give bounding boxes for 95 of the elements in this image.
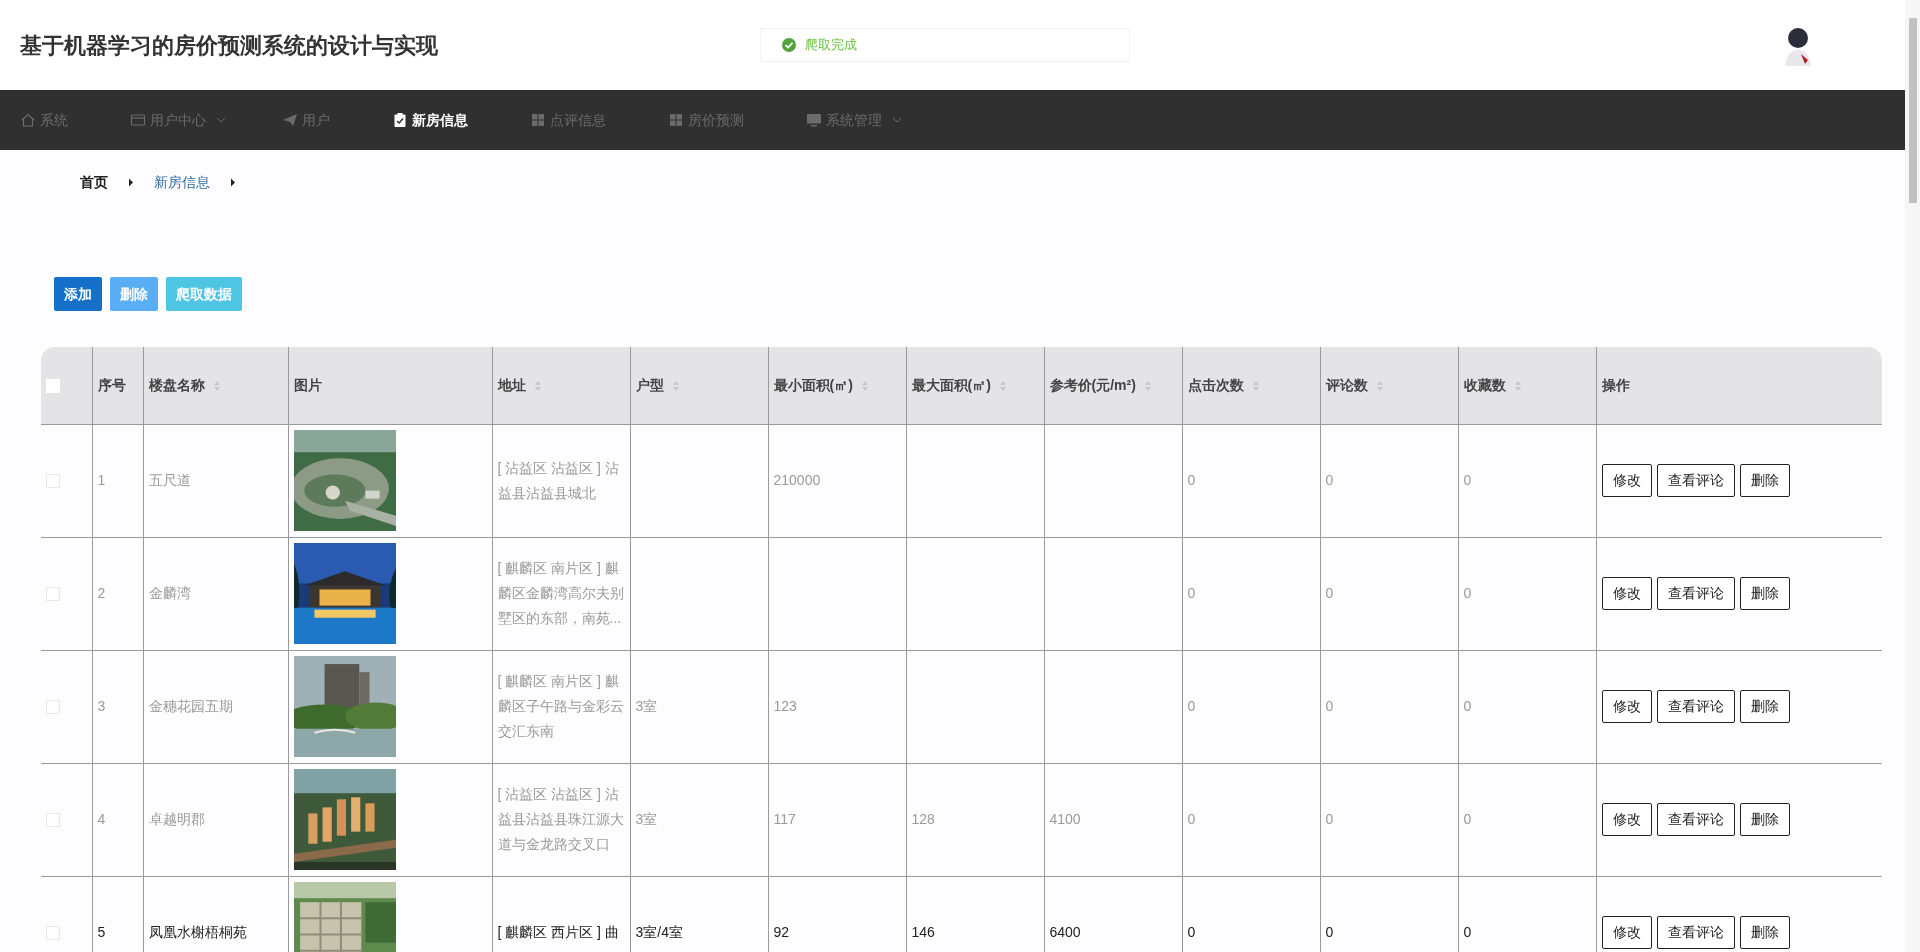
table-cell: 0	[1187, 585, 1196, 601]
row-action-button[interactable]: 删除	[1739, 577, 1790, 610]
table-cell: 金麟湾	[148, 585, 191, 601]
breadcrumb-link[interactable]: 新房信息	[154, 172, 210, 193]
table-cell: 146	[911, 924, 935, 940]
column-header[interactable]: 参考价(元/m²)	[1049, 376, 1136, 393]
table-cell: 0	[1325, 924, 1334, 940]
table-cell: 0	[1325, 698, 1334, 714]
column-header: 序号	[97, 376, 126, 393]
nav-item[interactable]: 新房信息	[392, 90, 468, 150]
column-header[interactable]: 最大面积(㎡)	[911, 376, 991, 393]
table-cell: 3室/4室	[635, 924, 683, 940]
table-cell: 4	[97, 811, 106, 827]
sort-icon	[1513, 380, 1522, 393]
sort-icon	[533, 380, 542, 393]
paper-plane-icon	[282, 112, 298, 128]
column-header: 图片	[293, 376, 322, 393]
table-cell: 3室	[635, 811, 658, 827]
row-action-button[interactable]: 修改	[1601, 577, 1652, 610]
table-cell: 0	[1463, 698, 1472, 714]
column-header[interactable]: 户型	[635, 376, 664, 393]
sort-icon	[860, 380, 869, 393]
table-cell: 6400	[1049, 924, 1081, 940]
monitor-icon	[806, 112, 822, 128]
table-cell: 0	[1463, 924, 1472, 940]
table-cell: 卓越明郡	[148, 811, 205, 827]
table-cell: 2	[97, 585, 106, 601]
table-cell: 五尺道	[148, 472, 191, 488]
row-action-button[interactable]: 删除	[1739, 803, 1790, 836]
table-cell: 0	[1463, 811, 1472, 827]
sort-icon	[998, 380, 1007, 393]
column-header[interactable]: 地址	[497, 376, 526, 393]
row-action-button[interactable]: 查看评论	[1656, 464, 1735, 497]
table-cell: 0	[1187, 698, 1196, 714]
row-action-button[interactable]: 修改	[1601, 690, 1652, 723]
row-action-button[interactable]: 修改	[1601, 464, 1652, 497]
table-cell: 92	[773, 924, 790, 940]
row-action-button[interactable]: 查看评论	[1656, 916, 1735, 949]
address-text: [ 沾益区 沾益区 ] 沾益县沾益县城北	[497, 458, 620, 503]
toast-message: 爬取完成	[805, 36, 857, 55]
grid-icon	[668, 112, 684, 128]
row-action-button[interactable]: 删除	[1739, 464, 1790, 497]
table-cell: 3	[97, 698, 106, 714]
action-button[interactable]: 添加	[54, 277, 102, 311]
chevron-right-icon	[230, 178, 236, 187]
column-header[interactable]: 收藏数	[1463, 376, 1506, 393]
checkbox[interactable]	[46, 379, 60, 394]
table-cell: 0	[1187, 811, 1196, 827]
table-cell: 0	[1325, 472, 1334, 488]
address-text: [ 麒麟区 南片区 ] 麒麟区子午路与金彩云交汇东南	[497, 672, 625, 741]
chevron-right-icon	[128, 178, 134, 187]
row-action-button[interactable]: 查看评论	[1656, 803, 1735, 836]
column-header: 操作	[1601, 376, 1630, 393]
address-text: [ 麒麟区 南片区 ] 麒麟区金麟湾高尔夫别墅区的东部，南苑...	[497, 559, 625, 628]
table-cell: 凤凰水榭梧桐苑	[148, 924, 247, 940]
table-cell: 5	[97, 924, 106, 940]
breadcrumb-link[interactable]: 首页	[80, 172, 108, 193]
column-header[interactable]: 楼盘名称	[148, 376, 205, 393]
column-header[interactable]: 评论数	[1325, 376, 1368, 393]
sort-icon	[212, 380, 221, 393]
app-title: 基于机器学习的房价预测系统的设计与实现	[20, 31, 439, 60]
clipboard-icon	[392, 112, 408, 128]
row-action-button[interactable]: 删除	[1739, 690, 1790, 723]
grid-icon	[530, 112, 546, 128]
sort-icon	[1251, 380, 1260, 393]
address-text: [ 麒麟区 西片区 ] 曲	[497, 923, 620, 942]
column-header[interactable]: 点击次数	[1187, 376, 1244, 393]
card-icon	[130, 112, 146, 128]
column-header[interactable]: 最小面积(㎡)	[773, 376, 853, 393]
row-action-button[interactable]: 查看评论	[1656, 690, 1735, 723]
table-cell: 117	[773, 811, 796, 827]
table-cell: 1	[97, 472, 106, 488]
table-cell: 128	[911, 811, 935, 827]
table-cell: 0	[1463, 472, 1472, 488]
scrollbar[interactable]	[1905, 0, 1920, 952]
table-cell: 0	[1187, 472, 1196, 488]
row-action-button[interactable]: 删除	[1739, 916, 1790, 949]
address-text: [ 沾益区 沾益区 ] 沾益县沾益县珠江源大道与金龙路交叉口	[497, 785, 625, 854]
table-cell: 4100	[1049, 811, 1081, 827]
sort-icon	[1375, 380, 1384, 393]
table-cell: 0	[1325, 811, 1334, 827]
table-cell: 0	[1325, 585, 1334, 601]
table-cell: 金穗花园五期	[148, 698, 233, 714]
table-cell: 0	[1187, 924, 1196, 940]
row-action-button[interactable]: 查看评论	[1656, 577, 1735, 610]
sort-icon	[671, 380, 680, 393]
table-cell: 3室	[635, 698, 658, 714]
row-action-button[interactable]: 修改	[1601, 803, 1652, 836]
sort-icon	[1143, 380, 1152, 393]
check-circle-icon	[781, 37, 797, 53]
home-icon	[20, 112, 36, 128]
table-cell: 0	[1463, 585, 1472, 601]
table-cell: 210000	[773, 472, 821, 488]
table-cell: 123	[773, 698, 797, 714]
row-action-button[interactable]: 修改	[1601, 916, 1652, 949]
